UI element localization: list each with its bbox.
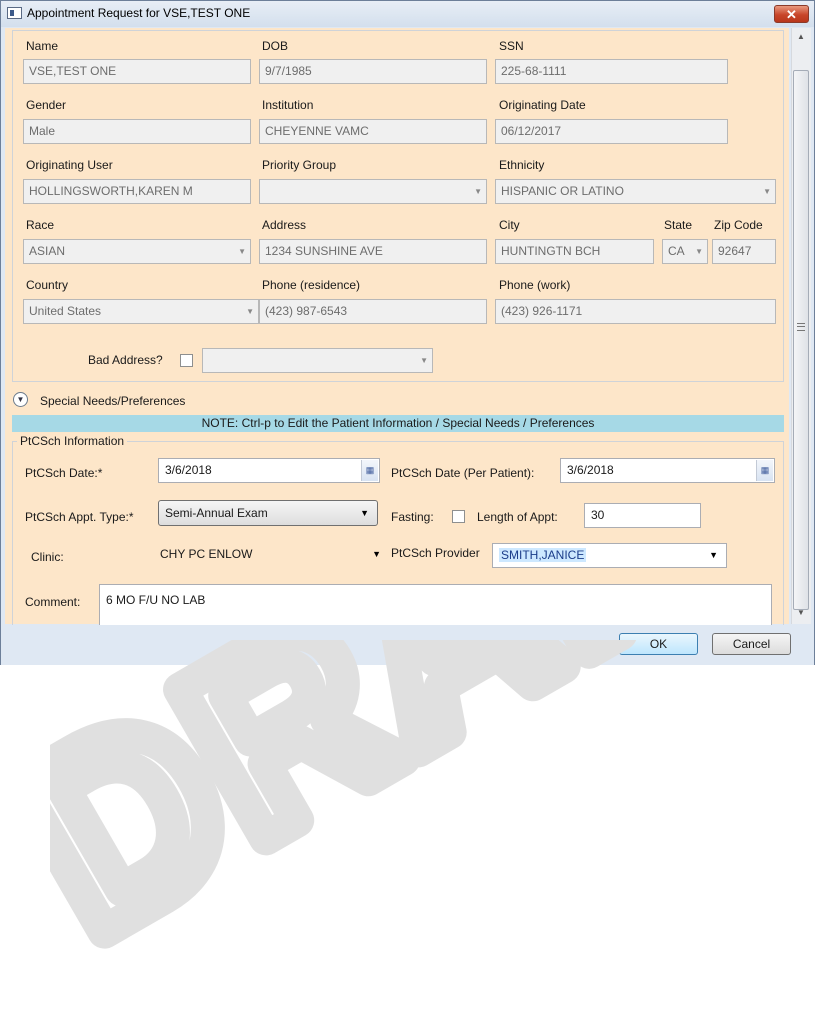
- window-title: Appointment Request for VSE,TEST ONE: [27, 6, 251, 20]
- bad-address-checkbox[interactable]: [180, 354, 193, 367]
- state-select[interactable]: CA ▼: [662, 239, 708, 264]
- appt-type-select[interactable]: Semi-Annual Exam ▼: [158, 500, 378, 526]
- gender-field[interactable]: Male: [23, 119, 251, 144]
- city-label: City: [499, 218, 520, 232]
- chevron-down-icon: ▼: [695, 247, 703, 256]
- ptcsch-date-per-patient-picker[interactable]: 3/6/2018 ▦: [560, 458, 775, 483]
- originating-user-field[interactable]: HOLLINGSWORTH,KAREN M: [23, 179, 251, 204]
- ctrl-p-note-bar: NOTE: Ctrl-p to Edit the Patient Informa…: [12, 415, 784, 432]
- comment-label: Comment:: [25, 595, 81, 609]
- dob-field[interactable]: 9/7/1985: [259, 59, 487, 84]
- draft-watermark-text: DRAFT: [50, 640, 710, 960]
- chevron-down-icon: ▼: [763, 187, 771, 196]
- chevron-down-icon: ▼: [709, 550, 718, 560]
- provider-label: PtCSch Provider: [391, 546, 480, 560]
- phone-residence-field[interactable]: (423) 987-6543: [259, 299, 487, 324]
- phone-residence-label: Phone (residence): [262, 278, 361, 292]
- provider-value: SMITH,JANICE: [499, 548, 587, 562]
- special-needs-label[interactable]: Special Needs/Preferences: [40, 394, 185, 408]
- chevron-down-icon: ▼: [16, 395, 25, 404]
- race-value: ASIAN: [29, 244, 66, 258]
- state-value: CA: [668, 244, 685, 258]
- fasting-checkbox[interactable]: [452, 510, 465, 523]
- address-label: Address: [262, 218, 307, 232]
- name-label: Name: [26, 39, 59, 53]
- chevron-down-icon: ▼: [420, 356, 428, 365]
- phone-work-label: Phone (work): [499, 278, 571, 292]
- scroll-thumb[interactable]: [793, 70, 809, 610]
- address-field[interactable]: 1234 SUNSHINE AVE: [259, 239, 487, 264]
- special-needs-expander-button[interactable]: ▼: [13, 392, 28, 407]
- fasting-label: Fasting:: [391, 510, 434, 524]
- country-value: United States: [29, 304, 102, 318]
- app-window-icon: [7, 7, 22, 19]
- priority-group-label: Priority Group: [262, 158, 337, 172]
- vertical-scrollbar[interactable]: ▲ ▼: [791, 28, 811, 624]
- originating-user-label: Originating User: [26, 158, 113, 172]
- ethnicity-select[interactable]: HISPANIC OR LATINO ▼: [495, 179, 776, 204]
- length-of-appt-label: Length of Appt:: [477, 510, 558, 524]
- cancel-button[interactable]: Cancel: [712, 633, 791, 655]
- draft-watermark: DRAFT: [50, 640, 710, 960]
- race-label: Race: [26, 218, 55, 232]
- ptcsch-date-per-patient-label: PtCSch Date (Per Patient):: [391, 466, 535, 480]
- calendar-icon[interactable]: ▦: [756, 460, 773, 481]
- chevron-down-icon: ▼: [474, 187, 482, 196]
- institution-field[interactable]: CHEYENNE VAMC: [259, 119, 487, 144]
- comment-textarea[interactable]: 6 MO F/U NO LAB: [99, 584, 772, 626]
- scroll-up-icon[interactable]: ▲: [792, 28, 810, 46]
- originating-date-field[interactable]: 06/12/2017: [495, 119, 728, 144]
- appointment-request-window: Appointment Request for VSE,TEST ONE ✕ N…: [0, 0, 815, 665]
- appt-type-value: Semi-Annual Exam: [165, 506, 268, 520]
- ethnicity-value: HISPANIC OR LATINO: [501, 184, 624, 198]
- institution-label: Institution: [262, 98, 314, 112]
- zip-code-field[interactable]: 92647: [712, 239, 776, 264]
- race-select[interactable]: ASIAN ▼: [23, 239, 251, 264]
- chevron-down-icon: ▼: [360, 508, 369, 518]
- close-button[interactable]: ✕: [774, 5, 809, 23]
- clinic-select[interactable]: CHY PC ENLOW ▼: [153, 542, 384, 567]
- name-field[interactable]: VSE,TEST ONE: [23, 59, 251, 84]
- ssn-label: SSN: [499, 39, 524, 53]
- clinic-label: Clinic:: [31, 550, 64, 564]
- bad-address-label: Bad Address?: [88, 353, 163, 367]
- ssn-field[interactable]: 225-68-1111: [495, 59, 728, 84]
- country-label: Country: [26, 278, 69, 292]
- originating-date-label: Originating Date: [499, 98, 586, 112]
- chevron-down-icon: ▼: [372, 549, 381, 559]
- scroll-down-icon[interactable]: ▼: [792, 604, 810, 622]
- provider-select[interactable]: SMITH,JANICE ▼: [492, 543, 727, 568]
- ptcsch-date-value: 3/6/2018: [165, 463, 212, 477]
- appt-type-label: PtCSch Appt. Type:*: [25, 510, 134, 524]
- ptcsch-info-legend: PtCSch Information: [17, 434, 128, 448]
- state-label: State: [664, 218, 693, 232]
- ptcsch-date-per-patient-value: 3/6/2018: [567, 463, 614, 477]
- city-field[interactable]: HUNTINGTN BCH: [495, 239, 654, 264]
- ptcsch-date-picker[interactable]: 3/6/2018 ▦: [158, 458, 380, 483]
- gender-label: Gender: [26, 98, 67, 112]
- length-of-appt-field[interactable]: 30: [584, 503, 701, 528]
- close-icon: ✕: [786, 7, 797, 22]
- ethnicity-label: Ethnicity: [499, 158, 545, 172]
- priority-group-select[interactable]: ▼: [259, 179, 487, 204]
- bad-address-reason-select[interactable]: ▼: [202, 348, 433, 373]
- ptcsch-date-label: PtCSch Date:*: [25, 466, 103, 480]
- chevron-down-icon: ▼: [246, 307, 254, 316]
- dob-label: DOB: [262, 39, 289, 53]
- calendar-icon[interactable]: ▦: [361, 460, 378, 481]
- zip-code-label: Zip Code: [714, 218, 763, 232]
- clinic-value: CHY PC ENLOW: [160, 547, 253, 561]
- title-bar[interactable]: Appointment Request for VSE,TEST ONE ✕: [1, 1, 814, 27]
- phone-work-field[interactable]: (423) 926-1171: [495, 299, 776, 324]
- scroll-grip-icon: [797, 323, 805, 331]
- country-select[interactable]: United States ▼: [23, 299, 259, 324]
- chevron-down-icon: ▼: [238, 247, 246, 256]
